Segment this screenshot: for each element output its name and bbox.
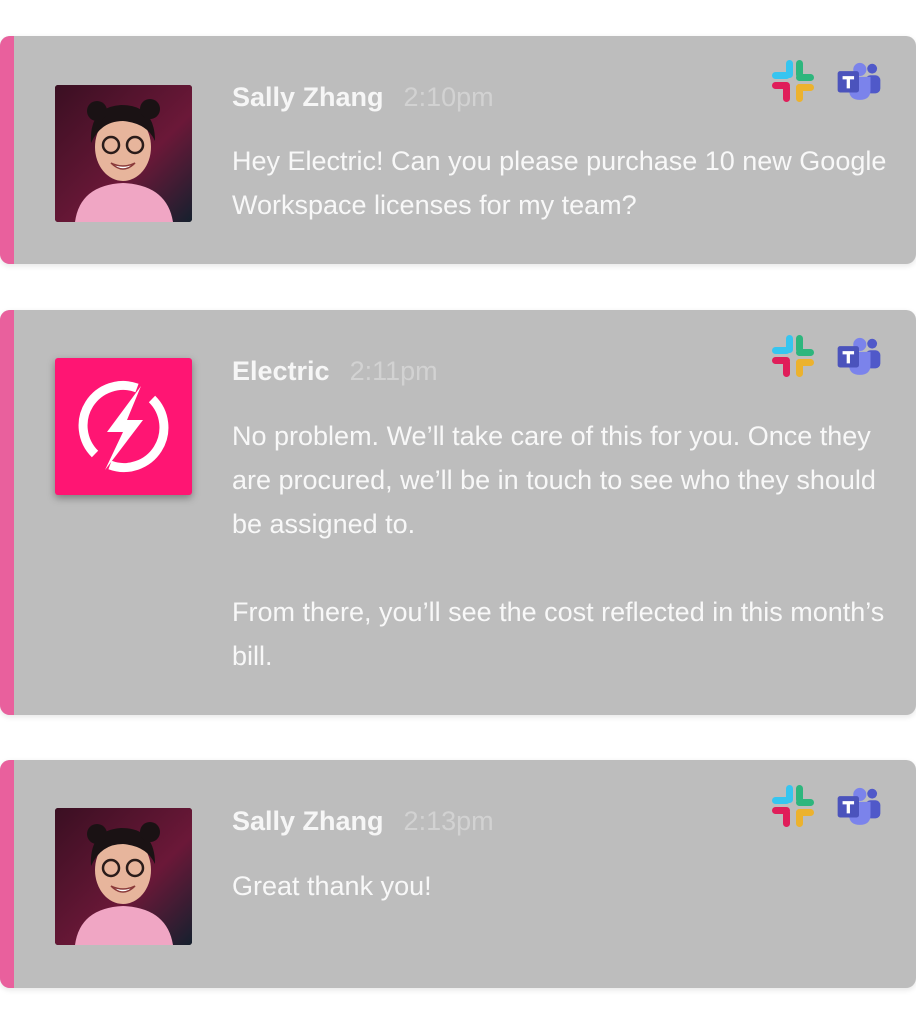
person-photo-icon bbox=[55, 808, 192, 945]
lightning-logo-icon bbox=[78, 381, 169, 472]
message-card: Electric 2:11pm No problem. We’ll take c… bbox=[0, 310, 916, 715]
message-header: Sally Zhang 2:10pm bbox=[232, 82, 494, 113]
timestamp: 2:13pm bbox=[403, 806, 494, 836]
message-body: Great thank you! bbox=[232, 864, 892, 908]
message-body: No problem. We’ll take care of this for … bbox=[232, 414, 892, 678]
avatar bbox=[55, 85, 192, 222]
platform-icons bbox=[770, 783, 882, 829]
sender-name: Electric bbox=[232, 356, 330, 386]
accent-bar bbox=[0, 36, 14, 264]
person-photo-icon bbox=[55, 85, 192, 222]
microsoft-teams-icon bbox=[836, 783, 882, 829]
message-text: From there, you’ll see the cost reflecte… bbox=[232, 597, 885, 671]
sender-name: Sally Zhang bbox=[232, 82, 384, 112]
sender-name: Sally Zhang bbox=[232, 806, 384, 836]
message-card: Sally Zhang 2:13pm Great thank you! bbox=[0, 760, 916, 988]
message-header: Electric 2:11pm bbox=[232, 356, 438, 387]
timestamp: 2:11pm bbox=[349, 356, 438, 386]
platform-icons bbox=[770, 333, 882, 379]
message-text: No problem. We’ll take care of this for … bbox=[232, 421, 876, 539]
message-text: Great thank you! bbox=[232, 871, 432, 901]
platform-icons bbox=[770, 58, 882, 104]
accent-bar bbox=[0, 310, 14, 715]
slack-icon bbox=[770, 783, 816, 829]
timestamp: 2:10pm bbox=[403, 82, 494, 112]
avatar bbox=[55, 808, 192, 945]
microsoft-teams-icon bbox=[836, 58, 882, 104]
accent-bar bbox=[0, 760, 14, 988]
message-text: Hey Electric! Can you please purchase 10… bbox=[232, 146, 887, 220]
message-card: Sally Zhang 2:10pm Hey Electric! Can you… bbox=[0, 36, 916, 264]
microsoft-teams-icon bbox=[836, 333, 882, 379]
slack-icon bbox=[770, 58, 816, 104]
slack-icon bbox=[770, 333, 816, 379]
avatar bbox=[55, 358, 192, 495]
message-body: Hey Electric! Can you please purchase 10… bbox=[232, 139, 892, 227]
message-header: Sally Zhang 2:13pm bbox=[232, 806, 494, 837]
